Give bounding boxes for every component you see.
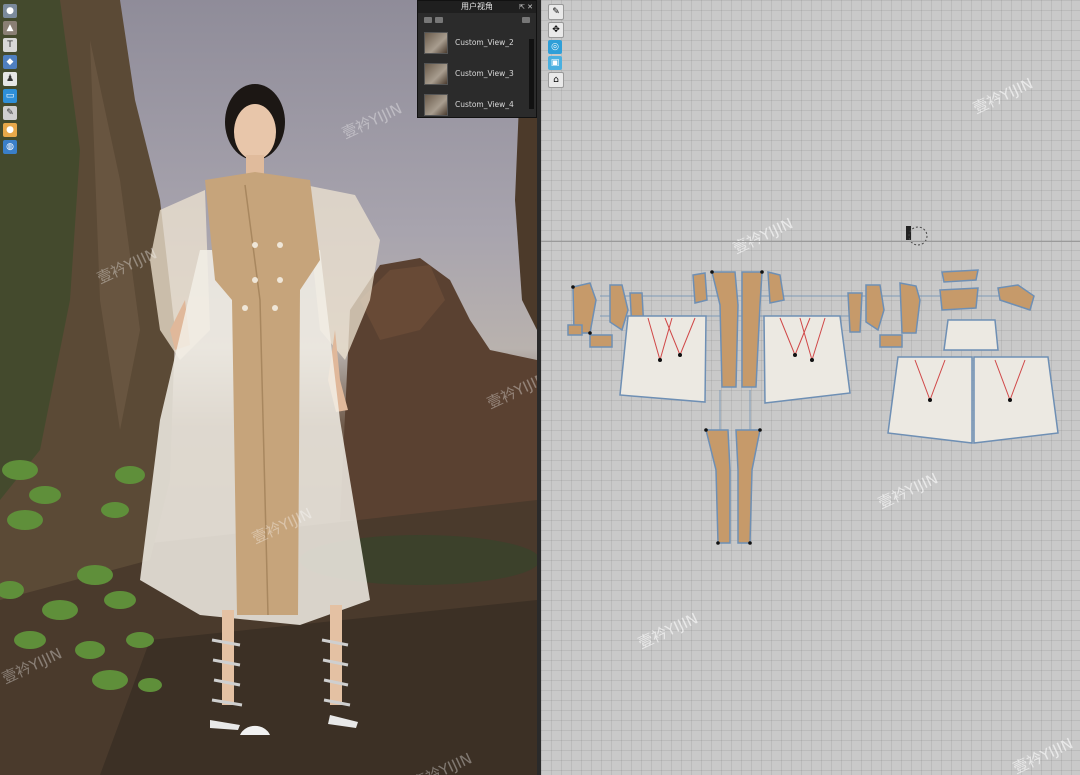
skirt-pieces[interactable] bbox=[619, 315, 1059, 444]
left-toolbar: ● ▲ T ◆ ♟ ▭ ✎ ● ◍ bbox=[2, 2, 18, 157]
monitor-icon[interactable]: ▭ bbox=[3, 89, 17, 103]
pattern-pieces bbox=[567, 226, 1059, 545]
zoom-icon[interactable]: ◎ bbox=[548, 40, 562, 54]
light-icon[interactable]: ● bbox=[3, 123, 17, 137]
shirt-icon[interactable]: T bbox=[3, 38, 17, 52]
pattern-baseline bbox=[541, 241, 1080, 242]
camera-icon[interactable] bbox=[522, 17, 530, 23]
panel-header: 用户视角 ⇱ ✕ bbox=[418, 1, 536, 13]
avatar-icon[interactable]: ● bbox=[3, 4, 17, 18]
panel-title: 用户视角 bbox=[461, 2, 493, 11]
fabric-icon[interactable]: ◆ bbox=[3, 55, 17, 69]
view-item[interactable]: Custom_View_3 bbox=[418, 58, 536, 89]
panel-scrollbar[interactable] bbox=[529, 39, 534, 109]
view-label: Custom_View_4 bbox=[455, 100, 514, 109]
pencil-icon[interactable]: ✎ bbox=[3, 106, 17, 120]
view-thumbnail bbox=[424, 31, 448, 54]
2d-pattern-window[interactable]: 壹衿YIJIN 壹衿YIJIN 壹衿YIJIN 壹衿YIJIN 壹衿YIJIN bbox=[541, 0, 1080, 775]
save-icon[interactable] bbox=[435, 17, 443, 23]
garment-icon[interactable]: ▲ bbox=[3, 21, 17, 35]
transform-icon[interactable]: ✥ bbox=[548, 22, 564, 38]
folder-icon[interactable] bbox=[424, 17, 432, 23]
view-label: Custom_View_3 bbox=[455, 69, 514, 78]
display-icon[interactable]: ▣ bbox=[548, 56, 562, 70]
user-view-panel: 用户视角 ⇱ ✕ Custom_View_2 Custom_View_3 Cus… bbox=[417, 0, 537, 118]
pattern-toolbar: ✎ ✥ ◎ ▣ ⌂ bbox=[548, 4, 564, 90]
view-item[interactable]: Custom_View_2 bbox=[418, 27, 536, 58]
view-item[interactable]: Custom_View_4 bbox=[418, 89, 536, 120]
view-label: Custom_View_2 bbox=[455, 38, 514, 47]
brush-icon[interactable]: ✎ bbox=[548, 4, 564, 20]
view-thumbnail bbox=[424, 93, 448, 116]
person-icon[interactable]: ♟ bbox=[3, 72, 17, 86]
view-thumbnail bbox=[424, 62, 448, 85]
sew-icon[interactable]: ⌂ bbox=[548, 72, 564, 88]
3d-viewport[interactable]: 壹衿YIJIN 壹衿YIJIN 壹衿YIJIN 壹衿YIJIN 壹衿YIJIN … bbox=[0, 0, 537, 775]
panel-window-buttons[interactable]: ⇱ ✕ bbox=[519, 1, 533, 13]
avatar-position-marker[interactable] bbox=[906, 226, 928, 246]
panel-toolbar bbox=[418, 13, 536, 27]
globe-icon[interactable]: ◍ bbox=[3, 140, 17, 154]
